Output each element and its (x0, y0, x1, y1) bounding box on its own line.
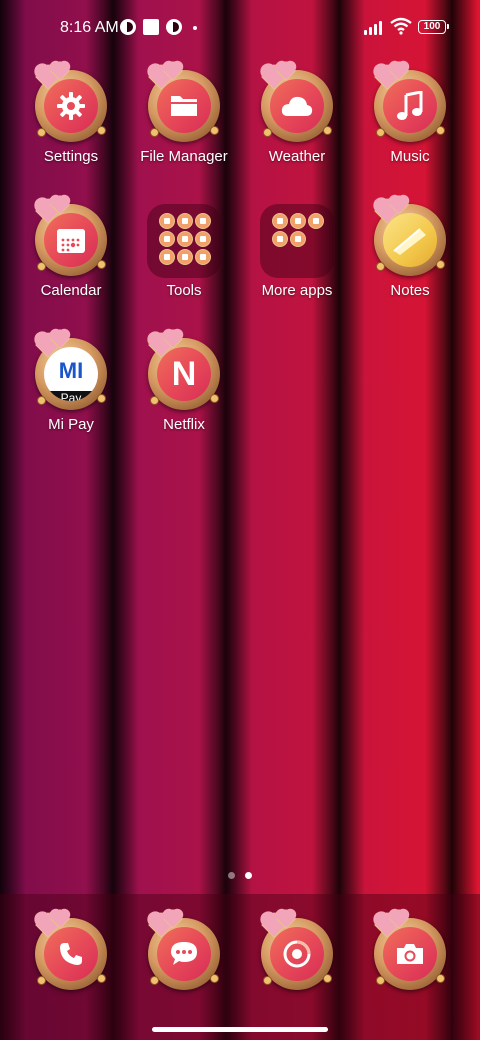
folder-icon (171, 96, 197, 116)
app-icon: N (148, 329, 220, 410)
battery-icon: 100 (418, 20, 449, 34)
dot-icon (193, 26, 197, 30)
gear-icon (57, 92, 85, 120)
notes-icon (393, 228, 426, 255)
app-label: Netflix (163, 416, 205, 433)
mi-pay-logo: MI Pay (44, 347, 98, 401)
app-icon: MI Pay (35, 329, 107, 410)
home-gesture-bar[interactable] (152, 1027, 328, 1032)
music-note-icon (397, 91, 423, 120)
calendar-icon (57, 229, 85, 253)
camera-icon (397, 944, 423, 964)
folder-group-icon (147, 204, 221, 278)
page-dot-2-active[interactable] (245, 872, 252, 879)
notification-app-icon (166, 19, 182, 35)
app-label: Calendar (40, 282, 102, 299)
app-icon (374, 195, 446, 276)
app-label: More apps (261, 282, 333, 299)
cloud-icon (281, 96, 313, 116)
wifi-icon (390, 17, 412, 35)
message-bubble-icon (171, 942, 197, 965)
app-icon (148, 61, 220, 142)
app-label: Settings (43, 148, 99, 165)
app-label: Tools (166, 282, 202, 299)
app-label: Mi Pay (48, 416, 94, 433)
notification-square-icon (143, 19, 159, 35)
signal-icon (364, 21, 386, 35)
app-icon (261, 909, 333, 990)
page-dot-1[interactable] (228, 872, 235, 879)
clock-time: 8:16 AM (60, 19, 119, 36)
app-icon (35, 61, 107, 142)
app-label: Notes (390, 282, 430, 299)
app-icon (374, 909, 446, 990)
app-icon (374, 61, 446, 142)
netflix-icon: N (171, 354, 197, 393)
page-indicator (0, 872, 480, 880)
app-icon (261, 61, 333, 142)
app-icon (148, 909, 220, 990)
dock (0, 894, 480, 1040)
app-label: File Manager (140, 148, 228, 165)
app-icon (35, 909, 107, 990)
notification-app-icon (120, 19, 136, 35)
app-label: Weather (268, 148, 326, 165)
app-icon (35, 195, 107, 276)
app-label: Music (390, 148, 430, 165)
browser-icon (283, 940, 311, 968)
status-bar: 8:16 AM 100 (0, 0, 480, 56)
phone-icon (60, 943, 82, 965)
folder-group-icon (260, 204, 334, 278)
